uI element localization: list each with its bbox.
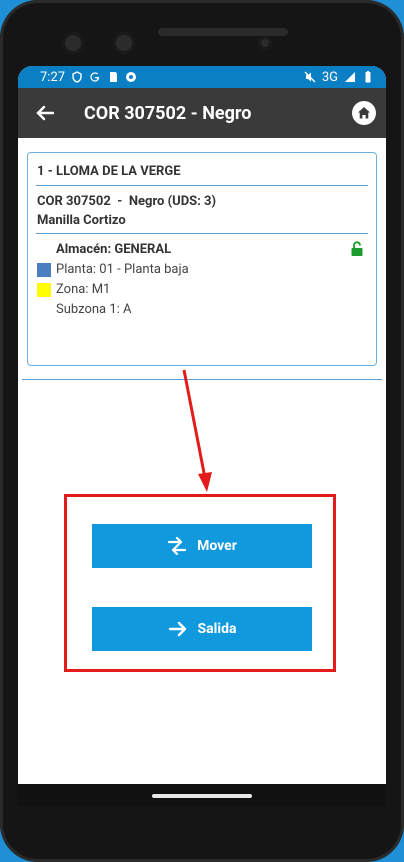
camera-icon [62, 32, 84, 54]
arrow-left-icon [36, 105, 54, 121]
notification-icon [126, 72, 137, 82]
location-card: 1 - LLOMA DE LA VERGE COR 307502 - Negro… [27, 152, 377, 366]
product-reference: COR 307502 - Negro (UDS: 3) [37, 194, 217, 209]
almacen-label: Almacén: GENERAL [56, 242, 172, 257]
screen: 7:27 3G COR 307502 - Negro 1 - LLOMA DE … [18, 66, 386, 784]
sensor-icon [258, 36, 272, 50]
google-icon [90, 72, 100, 82]
divider [36, 185, 368, 186]
signal-icon [345, 72, 355, 82]
salida-button[interactable]: Salida [92, 607, 312, 651]
planta-label: Planta: 01 - Planta baja [56, 262, 189, 277]
home-button[interactable] [352, 101, 376, 125]
divider [36, 233, 368, 234]
mute-icon [304, 71, 316, 83]
zona-color-swatch [37, 282, 51, 297]
product-name: Manilla Cortizo [37, 213, 126, 228]
app-bar: COR 307502 - Negro [18, 88, 386, 138]
subzona-label: Subzona 1: A [56, 302, 132, 317]
swap-arrows-icon [168, 537, 187, 555]
sd-card-icon [110, 72, 118, 82]
camera-icon [113, 32, 135, 54]
arrow-right-icon [168, 621, 186, 637]
subzona-row: Subzona 1: A [56, 302, 132, 317]
planta-color-swatch [37, 262, 51, 277]
back-button[interactable] [34, 102, 56, 124]
zona-label: Zona: M1 [56, 282, 111, 297]
planta-row: Planta: 01 - Planta baja [37, 262, 189, 277]
shield-icon [72, 71, 82, 83]
mover-button[interactable]: Mover [92, 524, 312, 568]
unlock-icon[interactable] [350, 241, 364, 257]
section-divider [22, 379, 382, 380]
zona-row: Zona: M1 [37, 282, 110, 297]
battery-icon [365, 71, 371, 83]
status-bar: 7:27 3G [18, 66, 386, 88]
speaker-grille [158, 28, 288, 36]
mover-label: Mover [197, 538, 237, 554]
page-title: COR 307502 - Negro [84, 102, 252, 124]
salida-label: Salida [197, 621, 237, 637]
card-heading: 1 - LLOMA DE LA VERGE [37, 164, 181, 179]
home-icon [358, 107, 370, 119]
home-gesture-bar[interactable] [152, 794, 252, 798]
status-time: 7:27 [40, 69, 66, 85]
network-type: 3G [321, 69, 338, 85]
